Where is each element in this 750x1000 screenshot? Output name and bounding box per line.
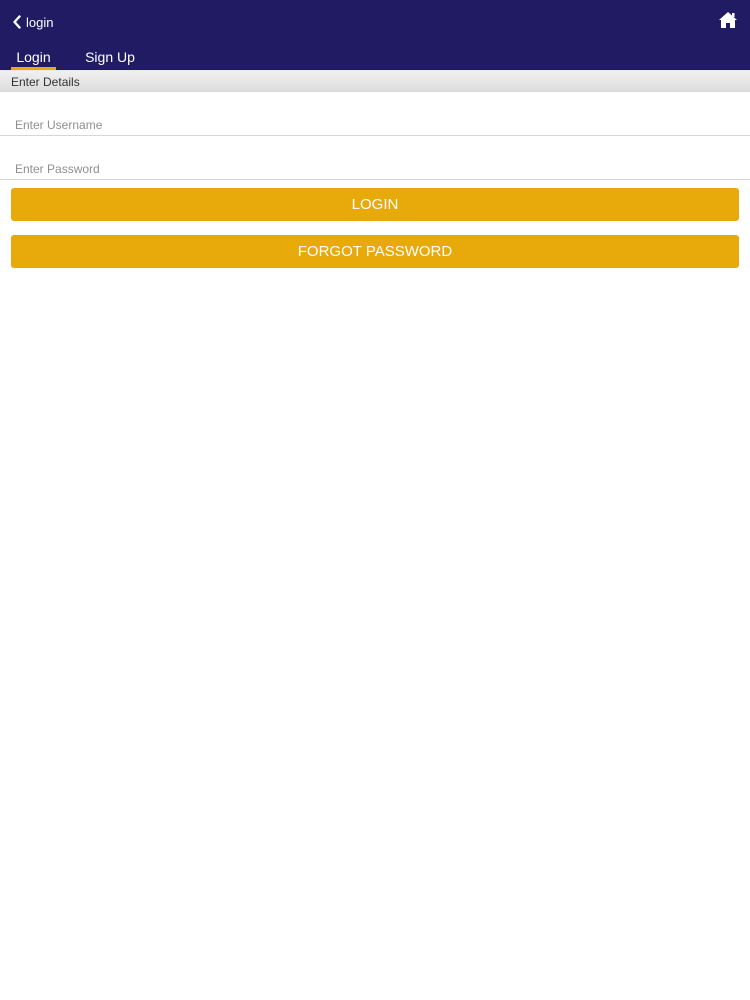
username-input[interactable]	[15, 94, 735, 135]
tab-login[interactable]: Login	[11, 44, 56, 70]
login-button[interactable]: LOGIN	[11, 188, 739, 221]
back-button[interactable]: login	[12, 12, 53, 32]
password-field-row	[0, 138, 750, 180]
tab-sign-up[interactable]: Sign Up	[82, 44, 138, 70]
username-field-row	[0, 94, 750, 136]
password-input[interactable]	[15, 138, 735, 179]
chevron-left-icon	[12, 15, 22, 29]
section-header-enter-details: Enter Details	[0, 70, 750, 92]
back-label: login	[26, 14, 54, 30]
home-button[interactable]	[718, 11, 738, 29]
tab-bar: Login Sign Up	[0, 44, 138, 70]
forgot-password-button[interactable]: FORGOT PASSWORD	[11, 235, 739, 268]
app-header: login Login Sign Up	[0, 0, 750, 70]
home-icon	[718, 12, 738, 33]
